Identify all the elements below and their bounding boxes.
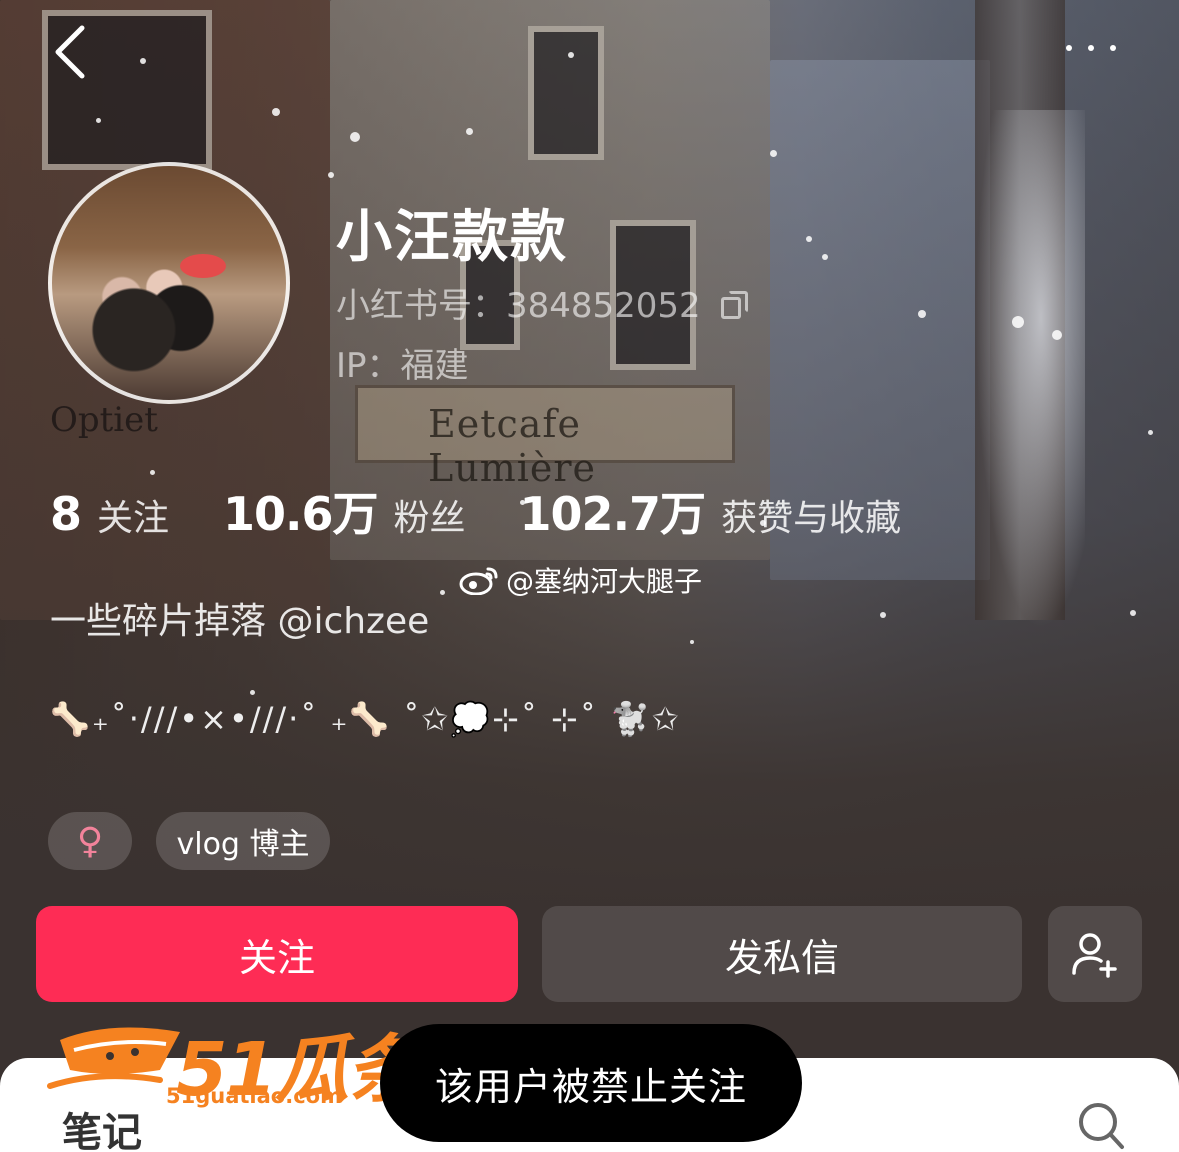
snowflake bbox=[568, 52, 574, 58]
stat-number: 10.6万 bbox=[223, 487, 378, 541]
snowflake bbox=[1130, 610, 1136, 616]
snowflake bbox=[466, 128, 473, 135]
watermark-url: 51guatiao.com bbox=[166, 1084, 342, 1108]
stat-label: 关注 bbox=[97, 498, 170, 539]
stat-number: 8 bbox=[50, 487, 82, 541]
avatar-detail bbox=[180, 254, 226, 278]
more-dot-icon bbox=[1066, 45, 1072, 51]
follow-button[interactable]: 关注 bbox=[36, 906, 518, 1002]
snowflake bbox=[918, 310, 926, 318]
snowflake bbox=[140, 58, 146, 64]
snowflake bbox=[690, 640, 694, 644]
female-icon: ♀ bbox=[76, 820, 104, 862]
red-id-text: 小红书号：384852052 bbox=[336, 286, 701, 326]
background-window bbox=[528, 26, 604, 160]
more-dot-icon bbox=[1088, 45, 1094, 51]
stat-label: 粉丝 bbox=[393, 498, 466, 539]
ip-location: IP：福建 bbox=[336, 346, 469, 386]
chevron-left-icon bbox=[55, 25, 85, 79]
stat-following[interactable]: 8 关注 bbox=[50, 487, 169, 541]
gender-tag: ♀ bbox=[48, 812, 132, 870]
weibo-icon bbox=[459, 567, 498, 595]
weibo-handle-text: @塞纳河大腿子 bbox=[506, 565, 703, 598]
vlog-tag[interactable]: vlog 博主 bbox=[156, 812, 330, 870]
profile-name: 小汪款款 bbox=[336, 205, 568, 270]
search-icon bbox=[1079, 1103, 1124, 1149]
bio-decoration: 🦴₊˚‧///•×•///‧˚ ₊🦴 ˚✩💭⊹˚ ⊹˚ 🐩✩ bbox=[50, 700, 681, 738]
stat-followers[interactable]: 10.6万 粉丝 bbox=[223, 478, 466, 544]
snowflake bbox=[350, 132, 360, 142]
bio-text: 一些碎片掉落 @ichzee bbox=[50, 601, 430, 642]
snowflake bbox=[822, 254, 828, 260]
snowflake bbox=[1012, 316, 1024, 328]
toast-message: 该用户被禁止关注 bbox=[380, 1024, 802, 1142]
add-user-icon bbox=[1072, 933, 1117, 978]
snowflake bbox=[770, 150, 777, 157]
copy-icon[interactable] bbox=[720, 290, 748, 319]
back-button[interactable] bbox=[52, 24, 92, 80]
snowflake bbox=[250, 690, 255, 695]
snowflake bbox=[806, 236, 812, 242]
snowflake bbox=[272, 108, 280, 116]
background-optic-sign: Optiet bbox=[50, 400, 158, 440]
stat-likes-collects[interactable]: 102.7万 获赞与收藏 bbox=[520, 478, 902, 544]
red-id-row[interactable]: 小红书号：384852052 bbox=[336, 278, 748, 327]
snowflake bbox=[96, 118, 101, 123]
message-button[interactable]: 发私信 bbox=[542, 906, 1022, 1002]
stat-number: 102.7万 bbox=[519, 487, 707, 541]
snowflake bbox=[1148, 430, 1153, 435]
more-options-button[interactable] bbox=[1066, 38, 1130, 58]
weibo-handle: @塞纳河大腿子 bbox=[458, 560, 702, 600]
snowflake bbox=[1052, 330, 1062, 340]
avatar[interactable] bbox=[48, 162, 290, 404]
snowflake bbox=[440, 590, 445, 595]
stat-label: 获赞与收藏 bbox=[721, 498, 902, 539]
background-snow bbox=[975, 110, 1085, 630]
more-dot-icon bbox=[1110, 45, 1116, 51]
snowflake bbox=[328, 172, 334, 178]
search-button[interactable] bbox=[1076, 1100, 1126, 1152]
snowflake bbox=[880, 612, 886, 618]
snowflake bbox=[150, 470, 155, 475]
add-friend-button[interactable] bbox=[1048, 906, 1142, 1002]
stats-row: 8 关注 10.6万 粉丝 102.7万 获赞与收藏 bbox=[50, 478, 955, 544]
background-shop-sign: Eetcafe Lumière bbox=[355, 385, 735, 490]
